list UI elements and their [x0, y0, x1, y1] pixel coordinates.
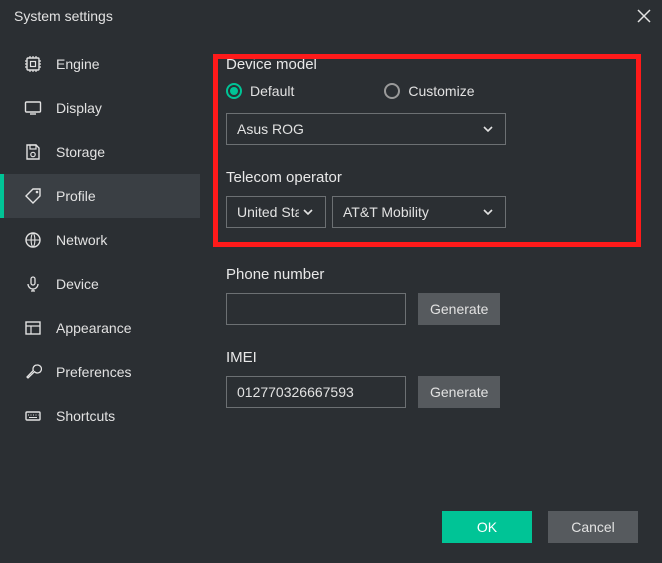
wrench-icon	[24, 363, 42, 381]
imei-row: Generate	[226, 376, 634, 408]
body: Engine Display Storage Profile	[0, 32, 662, 563]
select-value: United States	[237, 204, 299, 220]
sidebar-item-network[interactable]: Network	[0, 218, 200, 262]
sidebar-item-label: Profile	[56, 188, 96, 204]
window-title: System settings	[14, 8, 113, 24]
cpu-icon	[24, 55, 42, 73]
sidebar-item-appearance[interactable]: Appearance	[0, 306, 200, 350]
sidebar-item-label: Engine	[56, 56, 100, 72]
telecom-operator-select[interactable]: AT&T Mobility	[332, 196, 506, 228]
sidebar-item-device[interactable]: Device	[0, 262, 200, 306]
content-area: Device model Default Customize Asus ROG	[200, 32, 662, 563]
display-icon	[24, 99, 42, 117]
phone-row: Generate	[226, 293, 634, 325]
settings-window: System settings Engine Display	[0, 0, 662, 563]
telecom-country-select[interactable]: United States	[226, 196, 326, 228]
keyboard-icon	[24, 407, 42, 425]
device-model-title: Device model	[226, 56, 634, 73]
save-icon	[24, 143, 42, 161]
sidebar-item-shortcuts[interactable]: Shortcuts	[0, 394, 200, 438]
sidebar-item-label: Storage	[56, 144, 105, 160]
sidebar-item-storage[interactable]: Storage	[0, 130, 200, 174]
sidebar-item-profile[interactable]: Profile	[0, 174, 200, 218]
sidebar-item-preferences[interactable]: Preferences	[0, 350, 200, 394]
device-model-select[interactable]: Asus ROG	[226, 113, 506, 145]
sidebar-item-label: Device	[56, 276, 99, 292]
phone-title: Phone number	[226, 266, 634, 283]
cancel-button[interactable]: Cancel	[548, 511, 638, 543]
sidebar-item-label: Appearance	[56, 320, 132, 336]
radio-customize[interactable]: Customize	[384, 83, 474, 99]
chevron-down-icon	[301, 205, 315, 219]
radio-label: Customize	[408, 83, 474, 99]
phone-input[interactable]	[226, 293, 406, 325]
tag-icon	[24, 187, 42, 205]
globe-icon	[24, 231, 42, 249]
telecom-row: United States AT&T Mobility	[226, 196, 634, 228]
chevron-down-icon	[481, 205, 495, 219]
layout-icon	[24, 319, 42, 337]
chevron-down-icon	[481, 122, 495, 136]
phone-generate-button[interactable]: Generate	[418, 293, 500, 325]
mic-icon	[24, 275, 42, 293]
ok-button[interactable]: OK	[442, 511, 532, 543]
imei-title: IMEI	[226, 349, 634, 366]
radio-default[interactable]: Default	[226, 83, 294, 99]
radio-label: Default	[250, 83, 294, 99]
sidebar-item-engine[interactable]: Engine	[0, 42, 200, 86]
telecom-title: Telecom operator	[226, 169, 634, 186]
imei-input[interactable]	[226, 376, 406, 408]
sidebar-item-label: Network	[56, 232, 107, 248]
sidebar-item-label: Preferences	[56, 364, 131, 380]
sidebar-item-display[interactable]: Display	[0, 86, 200, 130]
select-value: Asus ROG	[237, 121, 304, 137]
select-value: AT&T Mobility	[343, 204, 429, 220]
close-icon[interactable]	[634, 6, 654, 26]
sidebar: Engine Display Storage Profile	[0, 32, 200, 563]
sidebar-item-label: Shortcuts	[56, 408, 115, 424]
titlebar: System settings	[0, 0, 662, 32]
sidebar-item-label: Display	[56, 100, 102, 116]
device-model-radio-group: Default Customize	[226, 83, 634, 99]
footer: OK Cancel	[442, 511, 638, 543]
imei-generate-button[interactable]: Generate	[418, 376, 500, 408]
